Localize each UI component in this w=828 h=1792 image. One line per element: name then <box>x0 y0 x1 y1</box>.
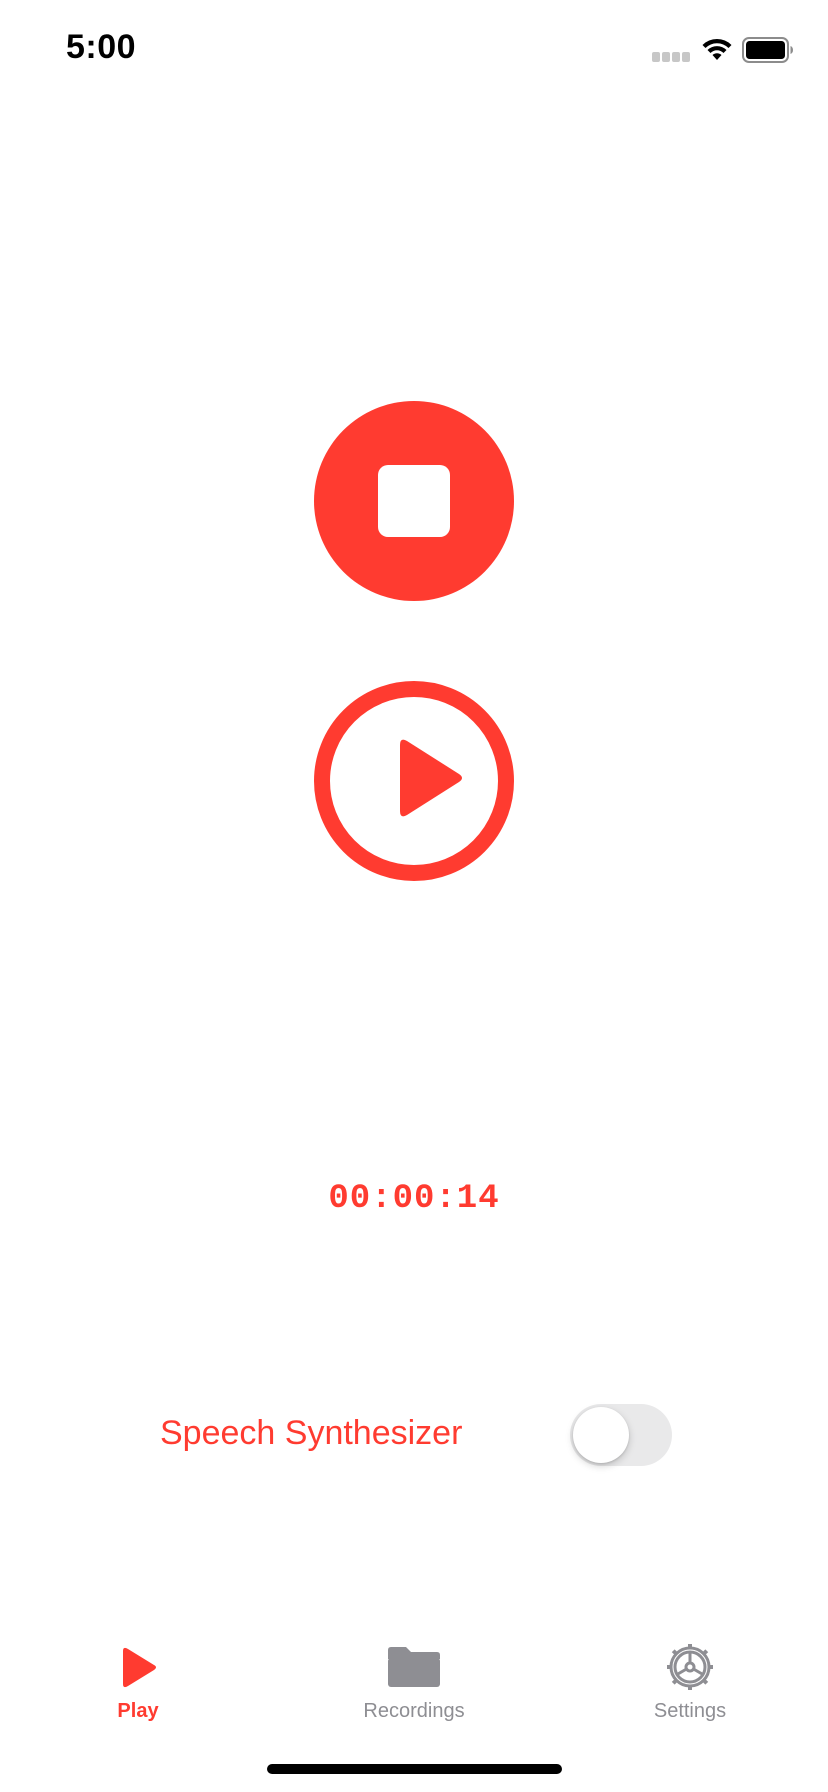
toggle-knob <box>573 1407 629 1463</box>
speech-synthesizer-label: Speech Synthesizer <box>160 1414 463 1452</box>
home-indicator[interactable] <box>267 1764 562 1774</box>
tab-label: Recordings <box>363 1700 465 1722</box>
play-button[interactable] <box>314 681 514 881</box>
status-bar: 5:00 <box>0 0 828 100</box>
gear-icon <box>667 1644 713 1690</box>
status-time: 5:00 <box>66 28 137 66</box>
stop-button[interactable] <box>314 401 514 601</box>
cellular-signal-icon <box>652 52 692 62</box>
folder-icon <box>388 1647 440 1687</box>
tab-label: Settings <box>653 1700 727 1722</box>
elapsed-time: 00:00:14 <box>328 1180 500 1218</box>
stop-icon <box>378 465 450 537</box>
speech-synthesizer-toggle[interactable] <box>570 1404 672 1466</box>
tab-settings[interactable]: Settings <box>552 1620 828 1722</box>
battery-icon <box>742 37 793 63</box>
tab-recordings[interactable]: Recordings <box>276 1620 552 1722</box>
play-icon <box>400 739 462 817</box>
wifi-icon <box>702 38 732 60</box>
play-icon <box>123 1647 156 1688</box>
tab-play[interactable]: Play <box>0 1620 276 1722</box>
tab-label: Play <box>117 1700 159 1722</box>
